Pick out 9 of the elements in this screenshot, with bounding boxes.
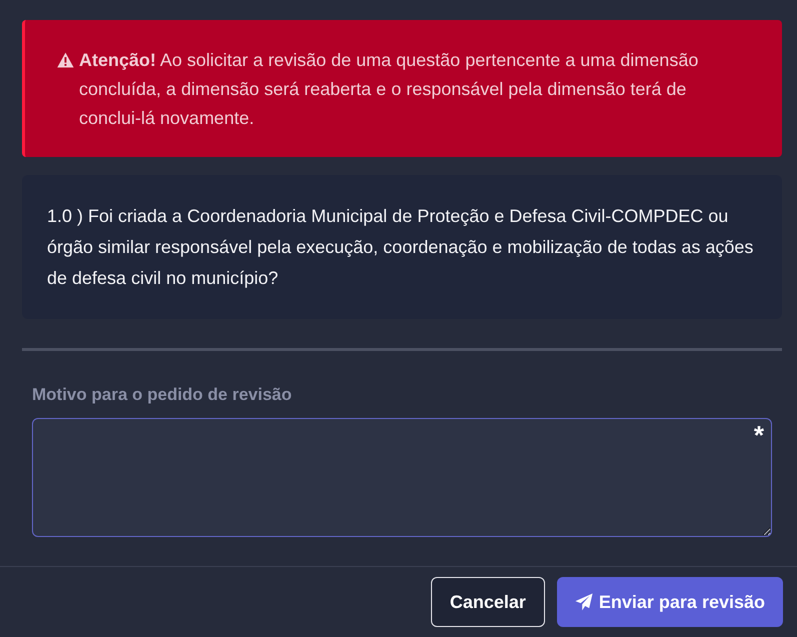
cancel-button[interactable]: Cancelar xyxy=(430,577,545,627)
send-button[interactable]: Enviar para revisão xyxy=(556,577,783,627)
reason-field[interactable] xyxy=(32,418,772,537)
warning-message: Atenção! Ao solicitar a revisão de uma questão pertencente a uma dimensão concluída, a dimensão será reaberta e o responsável pela dimensão terá de conclui-lá novamente. xyxy=(79,49,700,130)
required-mark: * xyxy=(754,420,764,451)
question-text: 1.0 ) Foi criada a Coordenadoria Municipal de Proteção e Defesa Civil-COMPDEC ou órgão similar responsável pela execução, coordenação e mobilização de todas as ações de defesa civil no município? xyxy=(47,206,754,288)
warning-icon xyxy=(57,52,74,68)
paper-plane-icon xyxy=(574,593,593,611)
field-label: Motivo para o pedido de revisão xyxy=(32,385,293,405)
